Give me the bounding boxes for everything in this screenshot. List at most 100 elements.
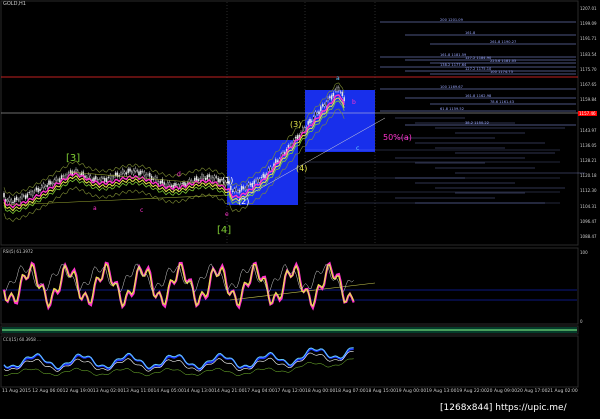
- wave-c-left: c: [140, 207, 143, 214]
- candle-body: [55, 177, 57, 181]
- candle-body: [168, 182, 171, 186]
- candle-body: [309, 119, 311, 124]
- wave-label-1: (1): [222, 176, 233, 185]
- time-axis-tick: 20 Aug 17:00: [517, 389, 548, 394]
- cci-lines: [3, 347, 354, 377]
- candle-body: [341, 92, 344, 97]
- wave-label-major-4: [4]: [217, 225, 231, 236]
- price-axis-tick: 1128.21: [580, 158, 597, 163]
- wave-a-left: a: [93, 205, 97, 212]
- candle-body: [26, 193, 29, 198]
- candle-body: [150, 176, 153, 181]
- candle-body: [330, 95, 333, 100]
- wave-c-right: c: [356, 145, 359, 152]
- candle-body: [68, 172, 70, 174]
- candle-body: [64, 175, 66, 179]
- fib-label: 161.8 1181.59: [440, 53, 467, 57]
- candle-body: [174, 183, 176, 187]
- candle-body: [312, 116, 315, 120]
- candle-body: [105, 178, 108, 183]
- price-axis-tick: 1167.65: [580, 82, 597, 87]
- time-axis-tick: 19 Aug 13:00: [426, 389, 457, 394]
- price-chart-canvas[interactable]: 200 1201.09 161.8 261.8 1190.27 161.8 1181.…: [0, 0, 600, 419]
- candle-body: [186, 182, 189, 184]
- candle-body: [163, 182, 165, 185]
- time-axis-tick: 11 Aug 2015: [2, 389, 31, 394]
- candle-body: [75, 169, 77, 173]
- candle-body: [242, 186, 245, 189]
- candle-body: [217, 178, 219, 183]
- candle-body: [42, 183, 45, 188]
- time-axis-tick: 14 Aug 13:00: [183, 389, 215, 394]
- candle-body: [296, 135, 299, 140]
- price-axis-tick: 1143.97: [580, 127, 597, 133]
- candle-body: [170, 185, 173, 187]
- candle-body: [314, 111, 317, 117]
- candle-body: [334, 89, 336, 91]
- candle-body: [21, 194, 23, 199]
- candle-body: [320, 106, 322, 111]
- time-axis-tick: 14 Aug 05:00: [153, 389, 184, 394]
- candle-body: [136, 170, 138, 172]
- candle-body: [8, 197, 11, 202]
- candle-body: [287, 145, 290, 148]
- candle-body: [149, 173, 151, 177]
- candle-body: [17, 199, 20, 201]
- candle-body: [195, 176, 198, 181]
- candle-body: [327, 98, 329, 101]
- candle-body: [35, 187, 38, 191]
- candle-body: [194, 177, 196, 181]
- candle-body: [114, 172, 117, 176]
- wave-b-right: b: [352, 99, 356, 106]
- time-axis-tick: 19 Aug 22:00: [456, 389, 487, 394]
- candle-body: [332, 93, 335, 97]
- candle-body: [30, 191, 32, 195]
- fib-label: 127.2 1175.10: [465, 67, 492, 71]
- wave-e-left: e: [225, 211, 229, 218]
- candle-body: [219, 179, 221, 183]
- candle-body: [251, 183, 254, 188]
- time-axis-tick: 18 Aug 15:00: [365, 389, 396, 394]
- candle-body: [24, 195, 27, 199]
- candle-body: [41, 185, 43, 189]
- price-axis-tick: 1207.01: [580, 6, 597, 11]
- candle-body: [57, 179, 59, 181]
- candle-body: [321, 104, 324, 107]
- candle-body: [276, 160, 279, 163]
- candle-body: [258, 178, 261, 183]
- candle-body: [87, 174, 90, 179]
- pct-label: 50%(a): [383, 133, 412, 142]
- rsi-label: RSI(5) 61.3972: [3, 249, 33, 254]
- candle-body: [120, 172, 122, 175]
- candle-body: [123, 171, 126, 175]
- price-axis-tick: 1088.47: [580, 234, 597, 239]
- candle-body: [39, 189, 41, 192]
- fib-label: 127.2 1184.90: [465, 56, 492, 60]
- candle-body: [325, 101, 327, 107]
- candle-body: [134, 168, 137, 172]
- candle-body: [248, 182, 250, 186]
- candle-body: [122, 169, 124, 174]
- price-axis-tick: 1104.31: [580, 203, 597, 209]
- rsi-level-100: 100: [580, 250, 588, 255]
- chart-window[interactable]: 200 1201.09 161.8 261.8 1190.27 161.8 1181.…: [0, 0, 600, 419]
- candle-body: [48, 180, 50, 185]
- rsi-level-0: 0: [580, 319, 583, 324]
- candle-body: [231, 190, 234, 192]
- time-axis-tick: 17 Aug 12:00: [274, 389, 306, 394]
- price-axis-tick: 1096.47: [580, 218, 597, 224]
- candle-body: [289, 144, 291, 146]
- candle-body: [197, 179, 200, 182]
- candle-body: [244, 187, 246, 191]
- candle-body: [305, 127, 308, 129]
- candle-body: [44, 185, 47, 189]
- candle-body: [307, 121, 309, 125]
- price-axis-tick: 1175.70: [580, 66, 597, 72]
- candle-body: [311, 120, 313, 122]
- candle-body: [127, 168, 129, 173]
- candle-body: [204, 177, 207, 180]
- price-axis-tick: 1199.09: [580, 21, 597, 27]
- rsi-panel-frame: [0, 247, 579, 325]
- candle-body: [294, 137, 297, 139]
- candle-body: [104, 177, 106, 182]
